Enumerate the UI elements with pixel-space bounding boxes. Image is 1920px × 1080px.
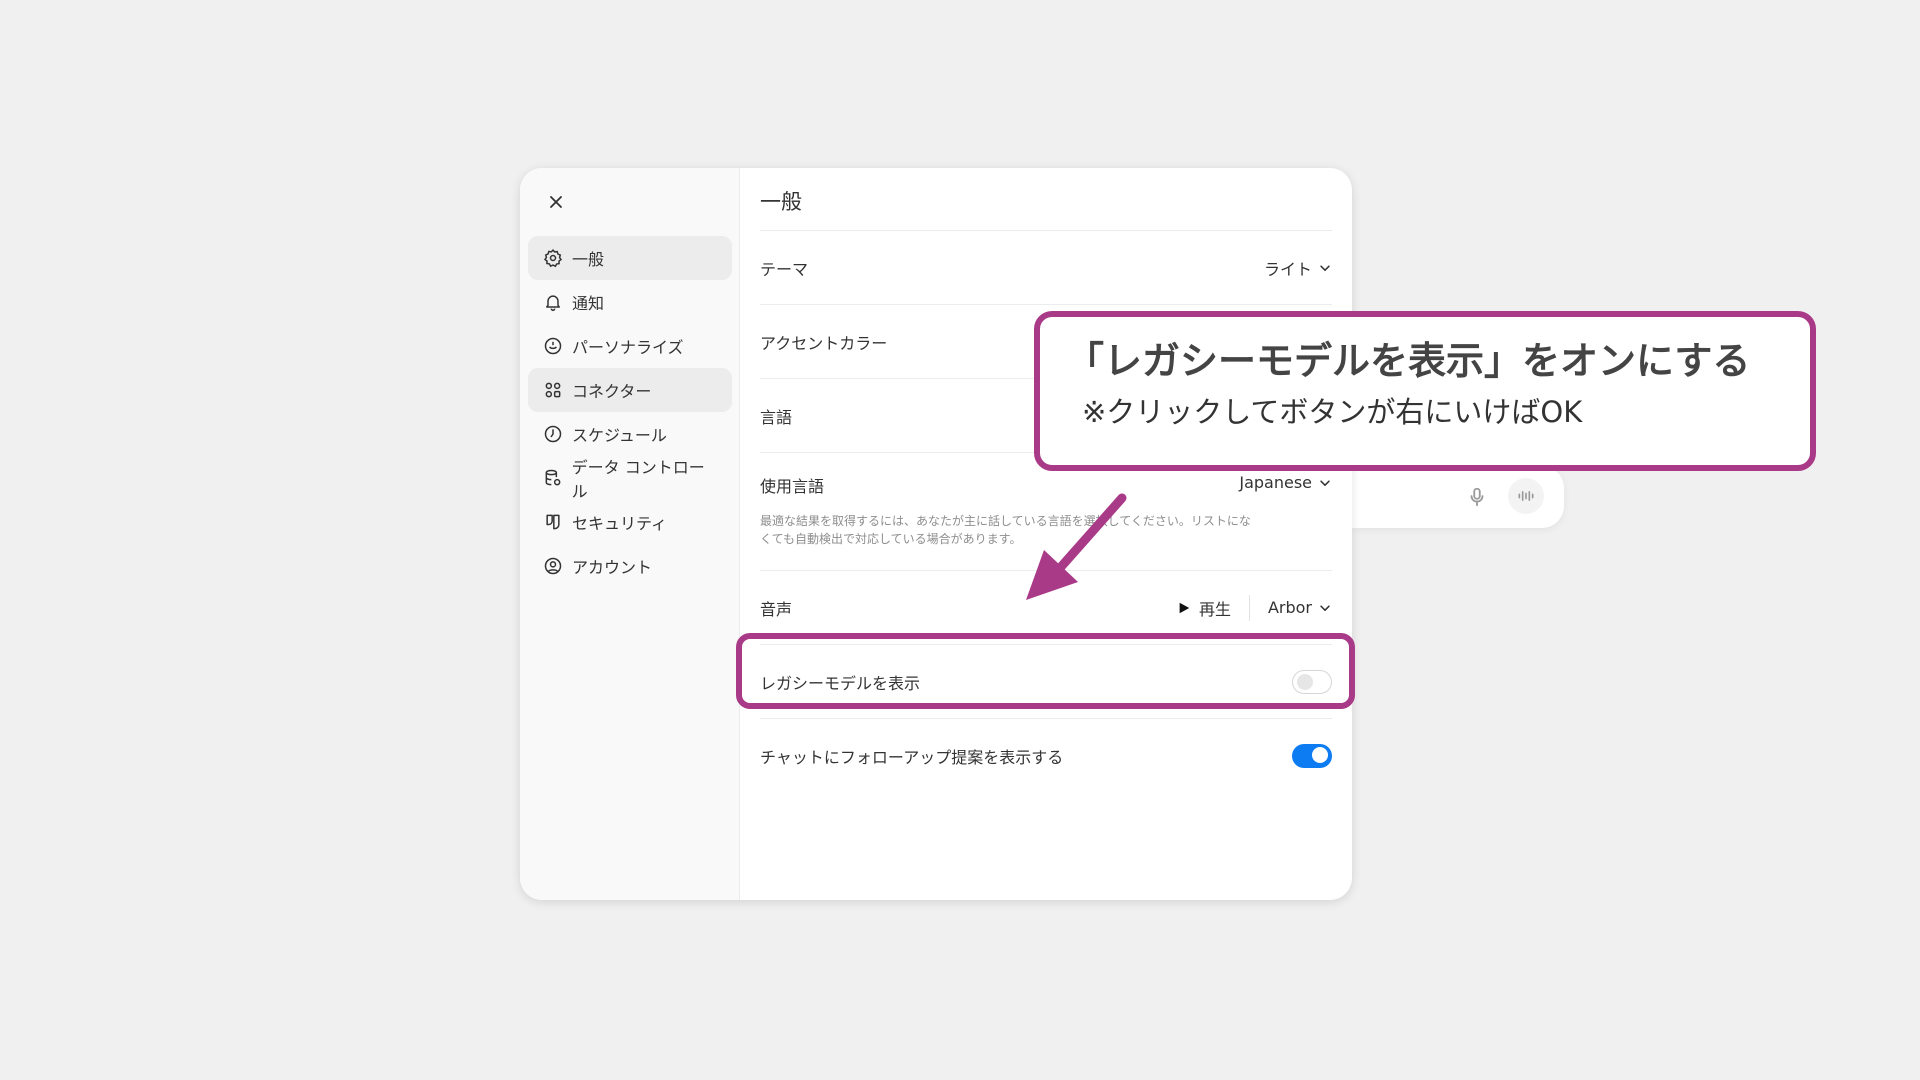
sidebar-item-account[interactable]: アカウント <box>528 544 732 588</box>
play-icon <box>1179 602 1190 613</box>
bell-icon <box>542 291 564 313</box>
callout-subtitle: ※クリックしてボタンが右にいけばOK <box>1082 395 1583 429</box>
setting-label: 言語 <box>760 407 793 427</box>
sidebar-item-schedule[interactable]: スケジュール <box>528 412 732 456</box>
close-button[interactable] <box>540 186 572 218</box>
setting-label: 音声 <box>760 599 793 619</box>
setting-label: テーマ <box>760 259 809 279</box>
voice-value: Arbor <box>1267 598 1312 617</box>
setting-label: アクセントカラー <box>760 333 888 353</box>
callout-title: 「レガシーモデルを表示」をオンにする <box>1066 339 1751 383</box>
setting-row-theme: テーマ ライト <box>760 231 1332 305</box>
clock-icon <box>542 423 564 445</box>
personalize-icon <box>542 335 564 357</box>
sidebar-item-general[interactable]: 一般 <box>528 236 732 280</box>
sidebar-item-label: コネクター <box>572 382 652 401</box>
play-button[interactable]: 再生 <box>1177 596 1231 620</box>
settings-dialog: 一般 通知 パーソナライズ コネクター スケジュール データ コントロール セキ… <box>520 168 1352 900</box>
gear-icon <box>542 247 564 269</box>
spoken-language-value: Japanese <box>1239 473 1312 492</box>
chevron-down-icon <box>1320 604 1330 611</box>
annotation-arrow <box>1026 493 1127 600</box>
sidebar-item-connectors[interactable]: コネクター <box>528 368 732 412</box>
sidebar-item-label: 一般 <box>572 250 605 269</box>
chat-composer <box>1352 466 1564 528</box>
spoken-language-dropdown[interactable]: Japanese <box>1239 473 1332 492</box>
voice-mode-button[interactable] <box>1508 478 1544 514</box>
chevron-down-icon <box>1320 479 1330 486</box>
theme-dropdown[interactable]: ライト <box>1264 256 1332 280</box>
play-label: 再生 <box>1198 599 1231 619</box>
close-icon <box>550 196 562 208</box>
page-title: 一般 <box>760 190 802 214</box>
chevron-down-icon <box>1320 264 1330 271</box>
highlight-box <box>736 633 1355 709</box>
sidebar-item-label: スケジュール <box>572 426 667 445</box>
sidebar-item-label: パーソナライズ <box>572 338 684 357</box>
sidebar-item-security[interactable]: セキュリティ <box>528 500 732 544</box>
sidebar-item-label: セキュリティ <box>572 514 668 533</box>
annotation-callout: 「レガシーモデルを表示」をオンにする ※クリックしてボタンが右にいけばOK <box>1034 311 1816 471</box>
settings-sidebar: 一般 通知 パーソナライズ コネクター スケジュール データ コントロール セキ… <box>520 168 740 900</box>
sidebar-item-data-controls[interactable]: データ コントロール <box>528 456 732 501</box>
sidebar-item-label: 通知 <box>572 294 605 313</box>
theme-value: ライト <box>1263 259 1312 279</box>
sidebar-item-label: アカウント <box>572 558 653 577</box>
voice-dropdown[interactable]: Arbor <box>1268 598 1332 617</box>
divider <box>1248 594 1250 621</box>
database-icon <box>542 467 564 489</box>
sidebar-item-personalize[interactable]: パーソナライズ <box>528 324 732 368</box>
sidebar-item-notifications[interactable]: 通知 <box>528 280 732 324</box>
connector-icon <box>542 379 564 401</box>
sidebar-item-label: データ コントロール <box>571 458 705 501</box>
setting-row-followup-suggestions: チャットにフォローアップ提案を表示する <box>760 719 1332 793</box>
followup-suggestions-toggle[interactable] <box>1292 744 1332 768</box>
security-icon <box>542 511 564 533</box>
toggle-knob <box>1312 747 1328 763</box>
setting-label: チャットにフォローアップ提案を表示する <box>760 748 1064 767</box>
microphone-icon[interactable] <box>1466 485 1488 509</box>
setting-label: 使用言語 <box>760 477 825 496</box>
account-icon <box>542 555 564 577</box>
waveform-icon <box>1518 491 1534 501</box>
settings-nav: 一般 通知 パーソナライズ コネクター スケジュール データ コントロール セキ… <box>528 236 732 588</box>
voice-controls: 再生 Arbor <box>1177 594 1332 621</box>
